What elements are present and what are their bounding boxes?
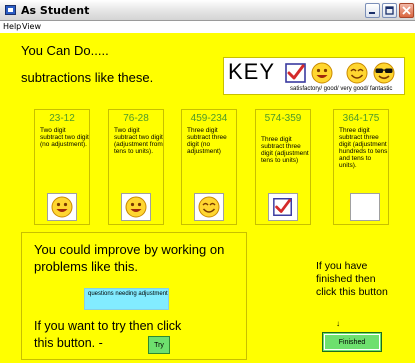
smiley-good-icon xyxy=(311,62,333,84)
smiley-fantastic-icon xyxy=(373,62,395,84)
problem-card: 23-12 Two digit subtract two digit (no a… xyxy=(34,109,90,225)
problem-title: 23-12 xyxy=(49,113,75,124)
heading-subtractions: subtractions like these. xyxy=(21,70,154,85)
problem-result xyxy=(194,193,224,221)
key-description: satisfactory/ good/ very good/ fantastic xyxy=(290,86,393,92)
maximize-button[interactable] xyxy=(382,3,397,18)
problem-result-empty xyxy=(350,193,380,221)
menu-item-view[interactable]: View xyxy=(22,22,41,31)
problem-description: Three digit subtract three digit (adjust… xyxy=(339,127,388,169)
problem-result xyxy=(47,193,77,221)
problem-card: 574-359 Three digit subtract three digit… xyxy=(255,109,311,225)
menu-bar: Help View xyxy=(0,21,415,33)
problem-description: Three digit subtract three digit (no adj… xyxy=(187,127,227,155)
menu-item-help[interactable]: Help xyxy=(3,22,21,31)
problem-result xyxy=(121,193,151,221)
down-arrow-icon: ↓ xyxy=(336,319,340,328)
improve-text: You could improve by working on problems… xyxy=(34,242,225,274)
close-icon xyxy=(402,6,411,15)
key-label: KEY xyxy=(228,59,276,84)
try-button[interactable]: Try xyxy=(148,336,170,354)
problem-card: 459-234 Three digit subtract three digit… xyxy=(181,109,237,225)
problem-title: 459-234 xyxy=(190,113,228,124)
problem-description: Two digit subtract two digit (no adjustm… xyxy=(40,127,89,148)
app-icon xyxy=(5,5,16,15)
checkmark-icon xyxy=(285,63,306,83)
problem-card: 364-175 Three digit subtract three digit… xyxy=(333,109,389,225)
finished-button[interactable]: Finished xyxy=(322,332,382,352)
finished-instruction: If you have finished then click this but… xyxy=(316,260,388,298)
smiley-good-icon xyxy=(125,196,147,218)
maximize-icon xyxy=(385,6,394,15)
window-title: As Student xyxy=(21,4,90,17)
minimize-button[interactable] xyxy=(365,3,380,18)
close-button[interactable] xyxy=(399,3,414,18)
problem-description: Three digit subtract three digit (adjust… xyxy=(261,136,309,164)
problem-title: 364-175 xyxy=(342,113,380,124)
minimize-icon xyxy=(369,12,375,14)
problem-title: 76-28 xyxy=(123,113,149,124)
title-bar[interactable]: As Student xyxy=(0,0,415,21)
smiley-very-good-icon xyxy=(346,62,368,84)
checkmark-icon xyxy=(273,198,292,216)
problem-description: Two digit subtract two digit (adjustment… xyxy=(114,127,163,155)
problem-result xyxy=(268,193,298,221)
app-window: As Student Help View You Can Do..... sub… xyxy=(0,0,415,363)
problem-title: 574-359 xyxy=(264,113,302,124)
smiley-good-icon xyxy=(51,196,73,218)
heading-you-can-do: You Can Do..... xyxy=(21,43,109,58)
questions-needing-adjustment[interactable]: questions needing adjustment xyxy=(84,288,169,310)
problem-card: 76-28 Two digit subtract two digit (adju… xyxy=(108,109,164,225)
smiley-very-good-icon xyxy=(198,196,220,218)
